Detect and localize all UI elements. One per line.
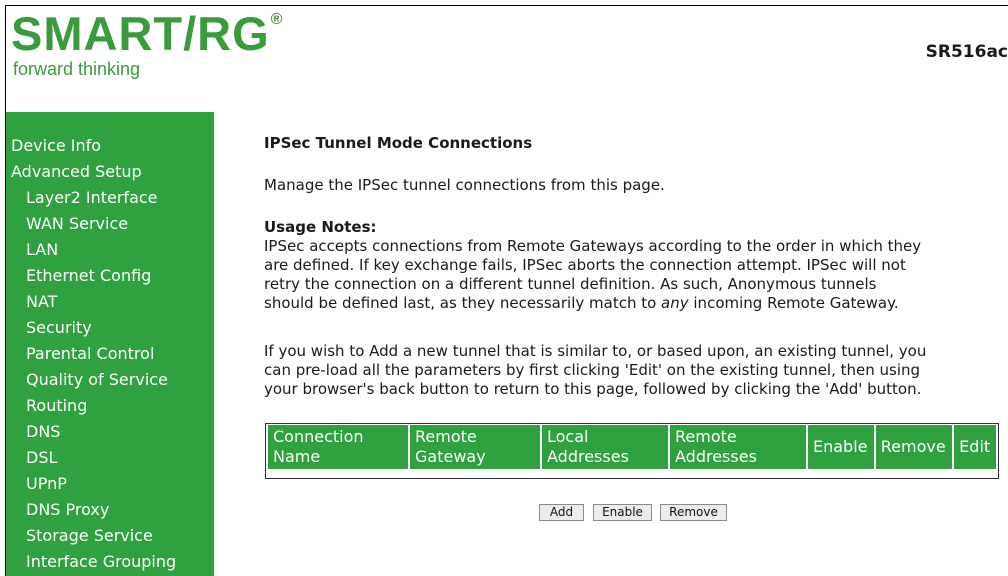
sidebar-item-dns-proxy[interactable]: DNS Proxy: [26, 500, 109, 520]
usage-line: retry the connection on a different tunn…: [264, 275, 877, 293]
sidebar-item-routing[interactable]: Routing: [26, 396, 87, 416]
usage-line: IPSec accepts connections from Remote Ga…: [264, 237, 922, 255]
sidebar-item-wan-service[interactable]: WAN Service: [26, 214, 128, 234]
table-header-row: Connection Name Remote Gateway Local Addres…: [266, 423, 998, 471]
column-header-remote-gateway: Remote Gateway: [408, 423, 542, 471]
sidebar-item-layer2-interface[interactable]: Layer2 Interface: [26, 188, 158, 208]
sidebar-item-interface-grouping[interactable]: Interface Grouping: [26, 552, 176, 572]
usage-line-last: should be defined last, as they necessar…: [264, 294, 1004, 313]
header-text: Gateway: [415, 447, 486, 466]
sidebar-item-dns[interactable]: DNS: [26, 422, 60, 442]
sidebar-item-security[interactable]: Security: [26, 318, 92, 338]
page-title: IPSec Tunnel Mode Connections: [264, 134, 533, 152]
sidebar-nav: Device Info Advanced Setup Layer2 Interf…: [6, 112, 214, 576]
column-header-connection-name: Connection Name: [266, 423, 410, 471]
sidebar-item-quality-of-service[interactable]: Quality of Service: [26, 370, 168, 390]
sidebar-item-nat[interactable]: NAT: [26, 292, 57, 312]
column-header-enable: Enable: [806, 423, 876, 471]
header-text: Local: [547, 427, 589, 446]
column-header-remote-addresses: Remote Addresses: [668, 423, 808, 471]
add-line: If you wish to Add a new tunnel that is …: [264, 342, 927, 360]
enable-button[interactable]: Enable: [593, 504, 652, 521]
sidebar-item-lan[interactable]: LAN: [26, 240, 58, 260]
sidebar-item-advanced-setup[interactable]: Advanced Setup: [11, 162, 142, 182]
usage-notes-paragraph: IPSec accepts connections from Remote Ga…: [264, 237, 1004, 313]
header-text: Name: [273, 447, 321, 466]
logo-registered-mark: ®: [270, 11, 284, 28]
tunnel-table: Connection Name Remote Gateway Local Addres…: [266, 423, 998, 471]
sidebar-item-dsl[interactable]: DSL: [26, 448, 57, 468]
manage-description: Manage the IPSec tunnel connections from…: [264, 176, 665, 194]
header: SMART/RG® forward thinking SR516ac: [6, 6, 1008, 112]
column-header-remove: Remove: [873, 423, 955, 471]
add-tunnel-paragraph: If you wish to Add a new tunnel that is …: [264, 342, 1004, 399]
header-text: Connection: [273, 427, 364, 446]
remove-button[interactable]: Remove: [660, 504, 727, 521]
model-name: SR516ac: [925, 42, 1008, 62]
usage-line-text: should be defined last, as they necessar…: [264, 294, 662, 312]
column-header-local-addresses: Local Addresses: [540, 423, 670, 471]
usage-line-text-end: incoming Remote Gateway.: [688, 294, 899, 312]
logo-tagline: forward thinking: [13, 59, 141, 79]
sidebar-item-storage-service[interactable]: Storage Service: [26, 526, 153, 546]
usage-line: are defined. If key exchange fails, IPSe…: [264, 256, 906, 274]
logo-text: SMART/RG: [11, 7, 270, 60]
usage-emphasis: any: [661, 294, 689, 312]
header-text: Addresses: [675, 447, 757, 466]
header-text: Remote: [415, 427, 477, 446]
sidebar-item-device-info[interactable]: Device Info: [11, 136, 101, 156]
sidebar-item-parental-control[interactable]: Parental Control: [26, 344, 154, 364]
sidebar-item-upnp[interactable]: UPnP: [26, 474, 67, 494]
logo: SMART/RG®: [11, 10, 283, 57]
header-text: Remote: [675, 427, 737, 446]
add-line: your browser's back button to return to …: [264, 380, 922, 398]
header-text: Addresses: [547, 447, 629, 466]
usage-notes-heading: Usage Notes:: [264, 218, 377, 236]
add-button[interactable]: Add: [539, 504, 584, 521]
column-header-edit: Edit: [952, 423, 998, 471]
sidebar-item-ethernet-config[interactable]: Ethernet Config: [26, 266, 151, 286]
add-line: can pre-load all the parameters by first…: [264, 361, 921, 379]
